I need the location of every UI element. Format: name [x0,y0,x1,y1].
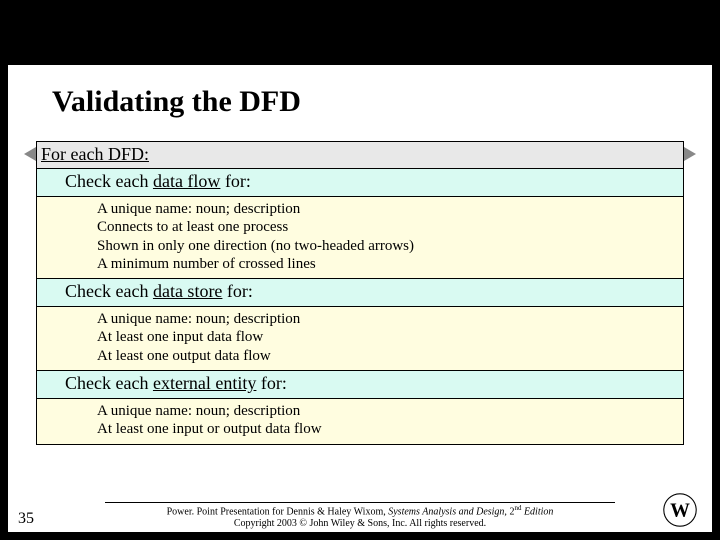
list-item: At least one output data flow [97,347,679,365]
decor-arrow-left-icon [24,147,36,161]
check-suffix: for: [256,373,287,393]
slide-title: Validating the DFD [52,85,301,119]
check-prefix: Check each [65,171,153,191]
footer-line-2: Copyright 2003 © John Wiley & Sons, Inc.… [0,518,720,530]
decor-arrow-right-icon [684,147,696,161]
check-suffix: for: [222,281,253,301]
wiley-logo-icon: W [662,492,698,528]
footer-rule [105,502,615,503]
table-header: For each DFD: [36,141,684,169]
list-item: At least one input or output data flow [97,420,679,438]
list-item: Connects to at least one process [97,218,679,236]
check-row-external-entity: Check each external entity for: [36,370,684,399]
list-item: A unique name: noun; description [97,402,679,420]
footer-text: Power. Point Presentation for Dennis & H… [167,506,389,517]
footer-text: Edition [521,506,553,517]
check-row-data-flow: Check each data flow for: [36,168,684,197]
check-term: external entity [153,373,256,393]
check-prefix: Check each [65,281,153,301]
footer-book-title: Systems Analysis and Design, [388,506,507,517]
svg-text:W: W [670,499,690,521]
check-term: data flow [153,171,220,191]
check-suffix: for: [220,171,251,191]
items-external-entity: A unique name: noun; description At leas… [36,398,684,445]
items-data-flow: A unique name: noun; description Connect… [36,196,684,279]
slide-number: 35 [18,510,34,528]
list-item: At least one input data flow [97,328,679,346]
list-item: A unique name: noun; description [97,200,679,218]
footer-line-1: Power. Point Presentation for Dennis & H… [0,504,720,518]
check-term: data store [153,281,222,301]
list-item: A unique name: noun; description [97,310,679,328]
check-prefix: Check each [65,373,153,393]
validation-table: For each DFD: Check each data flow for: … [36,142,684,445]
list-item: Shown in only one direction (no two-head… [97,237,679,255]
list-item: A minimum number of crossed lines [97,255,679,273]
footer: Power. Point Presentation for Dennis & H… [0,502,720,530]
items-data-store: A unique name: noun; description At leas… [36,306,684,371]
check-row-data-store: Check each data store for: [36,278,684,307]
